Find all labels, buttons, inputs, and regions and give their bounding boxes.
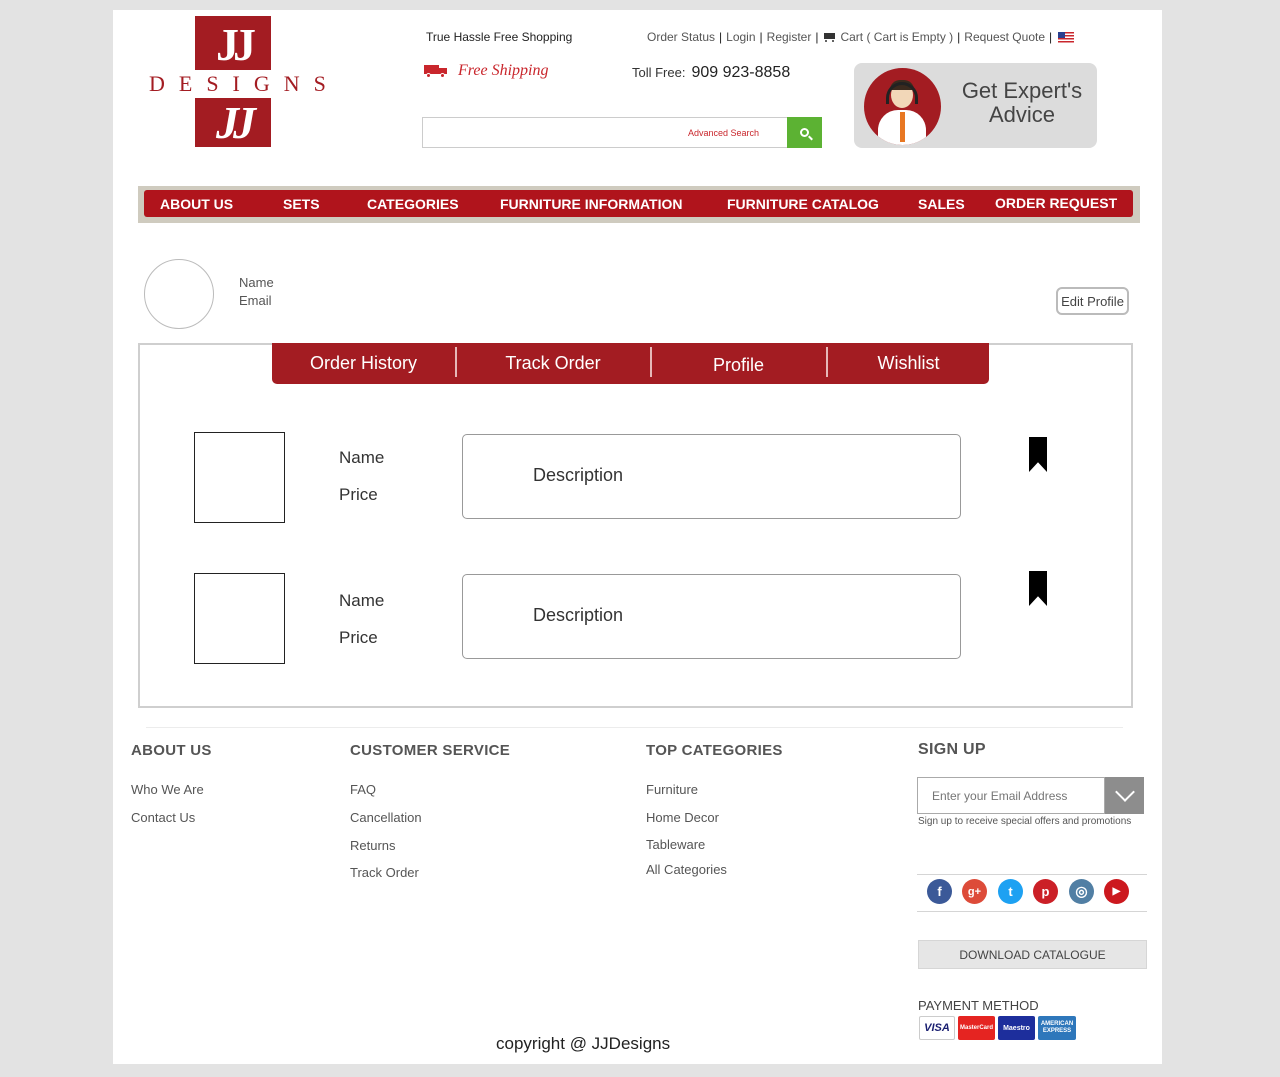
- support-agent-icon: [864, 68, 941, 145]
- expert-advice-banner[interactable]: Get Expert's Advice: [854, 63, 1097, 148]
- product-description-box: Description: [462, 574, 961, 659]
- pinterest-icon[interactable]: p: [1033, 879, 1058, 904]
- main-nav: ABOUT US SETS CATEGORIES FURNITURE INFOR…: [138, 186, 1140, 223]
- payment-method-label: PAYMENT METHOD: [918, 998, 1039, 1013]
- edit-profile-button[interactable]: Edit Profile: [1056, 287, 1129, 315]
- separator: |: [815, 30, 819, 44]
- signup-note: Sign up to receive special offers and pr…: [918, 816, 1132, 827]
- nav-furniture-information[interactable]: FURNITURE INFORMATION: [500, 196, 683, 212]
- footer-link-furniture[interactable]: Furniture: [646, 782, 698, 797]
- nav-order-request[interactable]: ORDER REQUEST: [995, 195, 1117, 211]
- search-bar: Advanced Search: [422, 117, 822, 148]
- newsletter-submit-button[interactable]: [1105, 777, 1144, 814]
- search-button[interactable]: [787, 117, 822, 148]
- toll-free-label: Toll Free:: [632, 65, 686, 80]
- footer-signup-heading: SIGN UP: [918, 741, 986, 758]
- footer-link-tableware[interactable]: Tableware: [646, 837, 705, 852]
- top-links: Order Status | Login | Register | Cart (…: [647, 30, 1075, 44]
- cart-link[interactable]: Cart ( Cart is Empty ): [840, 30, 953, 44]
- free-shipping: Free Shipping: [424, 62, 549, 80]
- product-image[interactable]: [194, 432, 285, 523]
- footer-about-heading: ABOUT US: [131, 742, 212, 759]
- chevron-down-icon: [1114, 782, 1135, 802]
- footer-link-cancellation[interactable]: Cancellation: [350, 810, 422, 825]
- logo-mark-top: JJ: [216, 19, 256, 70]
- product-description: Description: [533, 465, 624, 485]
- download-catalogue-button[interactable]: DOWNLOAD CATALOGUE: [918, 940, 1147, 969]
- toll-free-number: 909 923-8858: [691, 64, 791, 81]
- profile-email-label: Email: [239, 293, 272, 308]
- logo-mark-bottom: JJ: [216, 97, 256, 148]
- youtube-icon[interactable]: ▶: [1104, 879, 1129, 904]
- us-flag-icon[interactable]: [1058, 31, 1075, 43]
- login-link[interactable]: Login: [726, 30, 755, 44]
- amex-card-icon: AMERICAN EXPRESS: [1038, 1016, 1076, 1040]
- bookmark-icon[interactable]: [1029, 571, 1047, 606]
- product-name: Name: [339, 448, 385, 467]
- product-image[interactable]: [194, 573, 285, 664]
- profile-name-label: Name: [239, 275, 274, 290]
- account-tabs: Order History Track Order Profile Wishli…: [272, 343, 989, 384]
- footer-link-who-we-are[interactable]: Who We Are: [131, 782, 204, 797]
- product-name: Name: [339, 591, 385, 610]
- logo-wordmark: DESIGNS: [141, 70, 331, 98]
- footer-categories-heading: TOP CATEGORIES: [646, 742, 783, 759]
- visa-card-icon: VISA: [919, 1016, 955, 1040]
- tab-profile[interactable]: Profile: [652, 343, 825, 384]
- main-nav-bar: ABOUT US SETS CATEGORIES FURNITURE INFOR…: [144, 190, 1133, 217]
- expert-line-1: Get Expert's: [961, 78, 1083, 103]
- nav-sales[interactable]: SALES: [918, 196, 965, 212]
- mastercard-icon: MasterCard: [958, 1016, 995, 1040]
- product-price: Price: [339, 628, 378, 647]
- cart-icon[interactable]: [822, 32, 836, 42]
- newsletter-email-input[interactable]: [917, 777, 1105, 814]
- google-plus-icon[interactable]: g+: [962, 879, 987, 904]
- instagram-icon[interactable]: ◎: [1069, 879, 1094, 904]
- product-description-box: Description: [462, 434, 961, 519]
- facebook-icon[interactable]: f: [927, 879, 952, 904]
- social-divider: [917, 911, 1147, 912]
- order-status-link[interactable]: Order Status: [647, 30, 715, 44]
- product-description: Description: [533, 605, 624, 625]
- nav-sets[interactable]: SETS: [283, 196, 320, 212]
- register-link[interactable]: Register: [767, 30, 812, 44]
- separator: |: [957, 30, 961, 44]
- nav-categories[interactable]: CATEGORIES: [367, 196, 459, 212]
- footer-link-all-categories[interactable]: All Categories: [646, 862, 727, 877]
- separator: |: [759, 30, 763, 44]
- separator: |: [719, 30, 723, 44]
- footer-divider: [146, 727, 1123, 728]
- product-price: Price: [339, 485, 378, 504]
- expert-line-2: Advice: [988, 102, 1056, 127]
- social-divider: [917, 874, 1147, 875]
- copyright: copyright @ JJDesigns: [496, 1034, 671, 1053]
- tab-track-order[interactable]: Track Order: [457, 343, 649, 384]
- footer-link-faq[interactable]: FAQ: [350, 782, 376, 797]
- footer-link-returns[interactable]: Returns: [350, 838, 396, 853]
- tab-order-history[interactable]: Order History: [272, 343, 455, 384]
- search-icon: [800, 128, 809, 137]
- footer-link-track-order[interactable]: Track Order: [350, 865, 419, 880]
- nav-about-us[interactable]: ABOUT US: [160, 196, 233, 212]
- search-input[interactable]: [423, 118, 683, 147]
- tab-wishlist[interactable]: Wishlist: [828, 343, 989, 384]
- footer-service-heading: CUSTOMER SERVICE: [350, 742, 511, 759]
- nav-furniture-catalog[interactable]: FURNITURE CATALOG: [727, 196, 879, 212]
- page: JJ JJ DESIGNS True Hassle Free Shopping …: [113, 10, 1162, 1064]
- request-quote-link[interactable]: Request Quote: [964, 30, 1045, 44]
- advanced-search-link[interactable]: Advanced Search: [688, 128, 759, 138]
- account-panel: Order History Track Order Profile Wishli…: [138, 343, 1133, 708]
- expert-advice-text: Get Expert's Advice: [957, 79, 1087, 127]
- twitter-icon[interactable]: t: [998, 879, 1023, 904]
- footer-link-home-decor[interactable]: Home Decor: [646, 810, 719, 825]
- separator: |: [1049, 30, 1053, 44]
- toll-free: Toll Free: 909 923-8858: [632, 64, 790, 82]
- free-shipping-label: Free Shipping: [458, 62, 549, 79]
- maestro-card-icon: Maestro: [998, 1016, 1035, 1040]
- truck-icon: [424, 65, 448, 78]
- bookmark-icon[interactable]: [1029, 437, 1047, 472]
- footer-link-contact-us[interactable]: Contact Us: [131, 810, 195, 825]
- avatar[interactable]: [144, 259, 214, 329]
- tagline: True Hassle Free Shopping: [426, 30, 573, 44]
